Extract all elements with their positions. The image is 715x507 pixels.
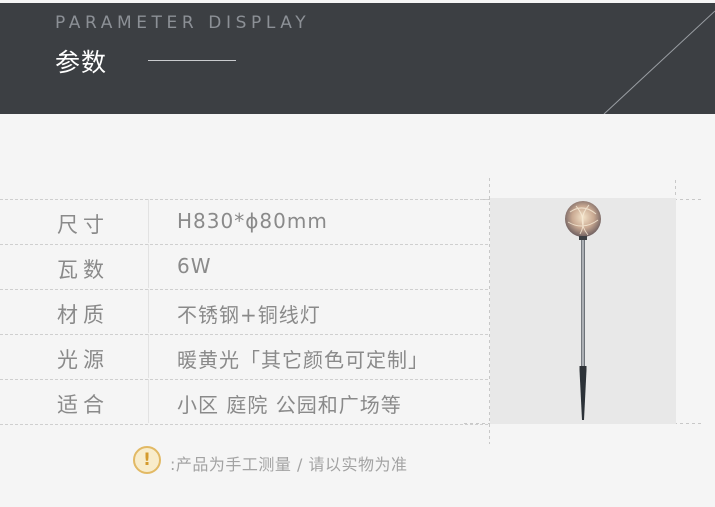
spec-row-material: 材质 不锈钢+铜线灯 (0, 289, 488, 333)
spec-value: 暖黄光「其它颜色可定制」 (177, 348, 429, 372)
row-divider (148, 244, 149, 288)
spec-value: 6W (177, 254, 212, 278)
spec-label: 适合 (57, 393, 109, 417)
row-divider (148, 334, 149, 378)
row-border (0, 244, 488, 245)
spec-label: 光源 (57, 348, 109, 372)
product-image (490, 198, 676, 424)
row-border (0, 334, 488, 335)
spec-value: 小区 庭院 公园和广场等 (177, 393, 402, 417)
note-text: :产品为手工测量 / 请以实物为准 (170, 455, 408, 474)
spec-row-light-source: 光源 暖黄光「其它颜色可定制」 (0, 334, 488, 378)
spec-label: 瓦数 (57, 258, 109, 282)
row-divider (148, 199, 149, 243)
spec-row-suitable: 适合 小区 庭院 公园和广场等 (0, 379, 488, 423)
row-border (0, 289, 488, 290)
spec-label: 尺寸 (57, 213, 109, 237)
row-border (0, 424, 488, 425)
row-divider (148, 289, 149, 333)
spec-row-size: 尺寸 H830*ϕ80mm (0, 199, 488, 243)
stake-lamp-illustration (565, 201, 601, 420)
spec-label: 材质 (57, 303, 109, 327)
row-border (0, 199, 488, 200)
spec-value: H830*ϕ80mm (177, 209, 328, 233)
row-divider (148, 379, 149, 423)
spec-value: 不锈钢+铜线灯 (177, 303, 321, 327)
row-border (0, 379, 488, 380)
exclamation-icon: ! (133, 446, 161, 474)
spec-row-wattage: 瓦数 6W (0, 244, 488, 288)
